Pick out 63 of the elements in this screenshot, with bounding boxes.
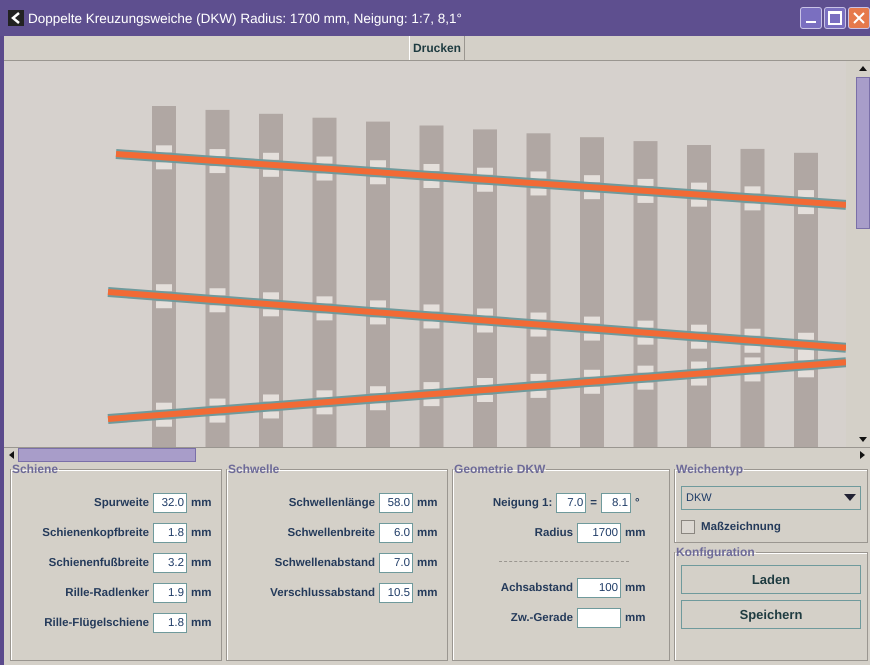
minimize-icon bbox=[806, 20, 816, 24]
scroll-thumb[interactable] bbox=[18, 448, 196, 462]
input-field[interactable]: 6.0 bbox=[379, 523, 413, 543]
app-icon bbox=[8, 10, 24, 26]
input-field[interactable]: 1700 bbox=[577, 523, 621, 543]
unit-label: mm bbox=[625, 582, 646, 594]
minimize-button[interactable] bbox=[800, 7, 822, 29]
field-label: Radius bbox=[534, 527, 573, 539]
unit-label: mm bbox=[191, 617, 212, 629]
field-label: Schwellenlänge bbox=[288, 497, 375, 509]
unit-label: mm bbox=[191, 587, 212, 599]
group-title: Weichentyp bbox=[675, 462, 744, 476]
input-field[interactable]: 58.0 bbox=[379, 493, 413, 513]
equals-sign: = bbox=[590, 497, 597, 509]
field-label: Spurweite bbox=[94, 497, 149, 509]
group-title: Schiene bbox=[11, 462, 60, 476]
field-label: Schienenkopfbreite bbox=[42, 527, 149, 539]
field-label: Achsabstand bbox=[500, 582, 573, 594]
caret-icon bbox=[844, 494, 856, 502]
input-field[interactable]: 1.8 bbox=[153, 613, 187, 633]
group-title: Schwelle bbox=[227, 462, 280, 476]
field-label: Rille-Flügelschiene bbox=[44, 617, 149, 629]
save-button[interactable]: Speichern bbox=[681, 600, 861, 629]
field-label: Rille-Radlenker bbox=[65, 587, 149, 599]
input-field[interactable] bbox=[577, 608, 621, 628]
field-label: Neigung 1: bbox=[492, 497, 552, 509]
field-label: Schwellenbreite bbox=[287, 527, 375, 539]
field-label: Zw.-Gerade bbox=[510, 612, 573, 624]
window-title: Doppelte Kreuzungsweiche (DKW) Radius: 1700 mm, Neigung: 1:7, 8,1° bbox=[28, 10, 463, 26]
unit-label: mm bbox=[625, 527, 646, 539]
unit-label: mm bbox=[417, 497, 438, 509]
group-title: Geometrie DKW bbox=[453, 462, 546, 476]
unit-label: mm bbox=[625, 612, 646, 624]
checkbox-label: Maßzeichnung bbox=[701, 521, 781, 533]
input-field[interactable]: 8.1 bbox=[601, 493, 631, 513]
close-button[interactable] bbox=[848, 7, 870, 29]
field-label: Schwellenabstand bbox=[274, 557, 375, 569]
maximize-button[interactable] bbox=[824, 7, 846, 29]
unit-label: ° bbox=[635, 497, 641, 509]
unit-label: mm bbox=[417, 557, 438, 569]
close-icon bbox=[853, 12, 865, 24]
field-label: Schienenfußbreite bbox=[48, 557, 149, 569]
unit-label: mm bbox=[191, 497, 212, 509]
dropdown[interactable]: DKW bbox=[681, 486, 861, 510]
input-field[interactable]: 32.0 bbox=[153, 493, 187, 513]
unit-label: mm bbox=[191, 527, 212, 539]
load-button[interactable]: Laden bbox=[681, 565, 861, 594]
scroll-thumb[interactable] bbox=[856, 77, 870, 229]
group-title: Konfiguration bbox=[675, 545, 756, 559]
unit-label: mm bbox=[417, 527, 438, 539]
input-field[interactable]: 10.5 bbox=[379, 583, 413, 603]
field-label: Verschlussabstand bbox=[270, 587, 375, 599]
maximize-icon bbox=[828, 11, 842, 25]
input-field[interactable]: 1.9 bbox=[153, 583, 187, 603]
unit-label: mm bbox=[417, 587, 438, 599]
input-field[interactable]: 7.0 bbox=[379, 553, 413, 573]
input-field[interactable]: 1.8 bbox=[153, 523, 187, 543]
input-field[interactable]: 100 bbox=[577, 578, 621, 598]
input-field[interactable]: 7.0 bbox=[556, 493, 586, 513]
unit-label: mm bbox=[191, 557, 212, 569]
input-field[interactable]: 3.2 bbox=[153, 553, 187, 573]
checkbox[interactable] bbox=[681, 520, 695, 534]
print-button[interactable]: Drucken bbox=[408, 36, 466, 60]
